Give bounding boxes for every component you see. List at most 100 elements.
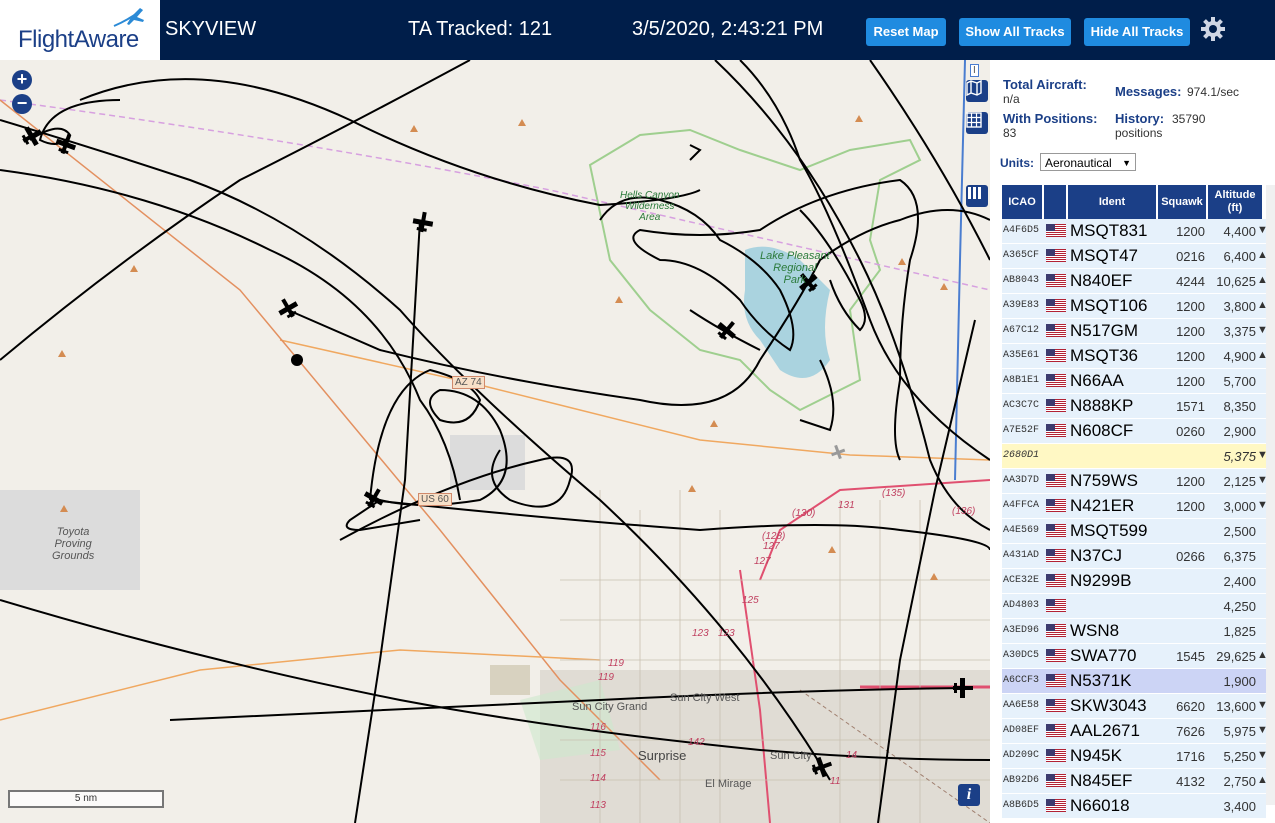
us-flag-icon: [1046, 674, 1066, 687]
us-flag-icon: [1046, 549, 1066, 562]
surprise-label: Surprise: [638, 748, 687, 763]
aircraft-icon[interactable]: [274, 294, 301, 321]
table-row[interactable]: AA6E58 SKW3043 6620 13,600 ▼: [1002, 694, 1268, 719]
us-flag-icon: [1046, 374, 1066, 387]
sun-city-west-label: Sun City West: [670, 692, 740, 704]
altitude-cell: 1,825: [1223, 624, 1256, 639]
gear-icon[interactable]: [1200, 16, 1226, 42]
road-number: 123: [718, 628, 735, 639]
map-canvas[interactable]: Toyota Proving Grounds Lake Pleasant Region…: [0, 60, 990, 823]
icao-cell: A431AD: [1003, 550, 1040, 561]
top-bar: FlightAware SKYVIEW TA Tracked: 121 3/5/…: [0, 0, 1275, 60]
road-number: 115: [590, 748, 606, 759]
squawk-cell: 0266: [1176, 549, 1205, 564]
table-row[interactable]: AD4803 4,250: [1002, 594, 1266, 619]
table-row[interactable]: ACE32E N9299B 2,400: [1002, 569, 1266, 594]
us-flag-icon: [1046, 649, 1066, 662]
table-header: ICAO Ident Squawk Altitude (ft): [1002, 185, 1268, 219]
interstate-17: [954, 60, 966, 481]
zoom-in-button[interactable]: +: [12, 70, 32, 90]
altitude-cell: 5,250: [1223, 749, 1256, 764]
table-row[interactable]: A8B1E1 N66AA 1200 5,700: [1002, 369, 1266, 394]
road-number: (130): [792, 508, 816, 519]
header-ident[interactable]: Ident: [1068, 185, 1156, 219]
airport-marker[interactable]: [291, 354, 303, 366]
flightaware-logo[interactable]: FlightAware: [0, 0, 160, 60]
table-row[interactable]: 2680D1 5,375 ▼: [1002, 444, 1268, 469]
aircraft-icon[interactable]: [411, 210, 434, 233]
table-row[interactable]: A4E569 MSQT599 2,500: [1002, 519, 1266, 544]
header-squawk[interactable]: Squawk: [1158, 185, 1206, 219]
sidebar-toggle-button[interactable]: [966, 185, 988, 207]
lake-pleasant-label: Lake Pleasant Regional Park: [760, 250, 830, 286]
map-layers-button[interactable]: [966, 80, 988, 102]
squawk-cell: 0216: [1176, 249, 1205, 264]
road-number: 142: [688, 737, 705, 748]
road-number: 14: [846, 750, 858, 761]
altitude-cell: 2,900: [1223, 424, 1256, 439]
road-number: 116: [590, 722, 606, 733]
header-icao[interactable]: ICAO: [1002, 185, 1042, 219]
table-row[interactable]: AA3D7D N759WS 1200 2,125 ▼: [1002, 469, 1268, 494]
table-row[interactable]: A30DC5 SWA770 1545 29,625 ▲: [1002, 644, 1268, 669]
icao-cell: A3ED96: [1003, 625, 1040, 636]
table-row[interactable]: A365CF MSQT47 0216 6,400 ▲: [1002, 244, 1268, 269]
table-row[interactable]: A3ED96 WSN8 1,825: [1002, 619, 1266, 644]
ident-cell: N945K: [1070, 746, 1122, 765]
ident-cell: N888KP: [1070, 396, 1134, 415]
icao-cell: A7E52F: [1003, 425, 1040, 436]
altitude-cell: 3,800: [1223, 299, 1256, 314]
table-row[interactable]: A431AD N37CJ 0266 6,375: [1002, 544, 1266, 569]
show-all-tracks-button[interactable]: Show All Tracks: [959, 18, 1071, 46]
table-scrollbar[interactable]: [1266, 185, 1275, 805]
header-altitude[interactable]: Altitude (ft): [1208, 185, 1262, 219]
table-row[interactable]: A4FFCA N421ER 1200 3,000 ▼: [1002, 494, 1268, 519]
table-row[interactable]: AB8043 N840EF 4244 10,625 ▲: [1002, 269, 1268, 294]
table-row[interactable]: A8B6D5 N66018 3,400: [1002, 794, 1266, 819]
info-button[interactable]: i: [958, 784, 980, 806]
hide-all-tracks-button[interactable]: Hide All Tracks: [1084, 18, 1190, 46]
table-row[interactable]: A7E52F N608CF 0260 2,900: [1002, 419, 1266, 444]
hells-canyon-label: Hells Canyon Wilderness Area: [620, 190, 680, 223]
table-row[interactable]: AC3C7C N888KP 1571 8,350: [1002, 394, 1266, 419]
el-mirage-label: El Mirage: [705, 778, 752, 790]
ident-cell: N421ER: [1070, 496, 1135, 515]
header-altitude-unit: (ft): [1227, 202, 1243, 214]
us-flag-icon: [1046, 774, 1066, 787]
altitude-cell: 4,900: [1223, 349, 1256, 364]
us60-shield: US 60: [418, 493, 452, 506]
grid-toggle-button[interactable]: [966, 112, 988, 134]
table-row[interactable]: A6CCF3 N5371K 1,900: [1002, 669, 1266, 694]
altitude-cell: 5,375: [1223, 449, 1256, 464]
us-flag-icon: [1046, 274, 1066, 287]
ident-cell: MSQT47: [1070, 246, 1139, 265]
squawk-cell: 4132: [1176, 774, 1205, 789]
icao-cell: A39E83: [1003, 300, 1040, 311]
aircraft-icon[interactable]: [713, 316, 741, 344]
table-row[interactable]: A67C12 N517GM 1200 3,375 ▼: [1002, 319, 1268, 344]
table-row[interactable]: AD209C N945K 1716 5,250 ▼: [1002, 744, 1268, 769]
table-row[interactable]: A4F6D5 MSQT831 1200 4,400 ▼: [1002, 219, 1268, 244]
zoom-out-button[interactable]: −: [12, 94, 32, 114]
road-number: (136): [952, 506, 976, 517]
loop-303: [759, 479, 990, 581]
header-flag[interactable]: [1044, 185, 1066, 219]
altitude-cell: 2,400: [1223, 574, 1256, 589]
table-row[interactable]: AD08EF AAL2671 7626 5,975 ▼: [1002, 719, 1268, 744]
ident-cell: WSN8: [1070, 621, 1120, 640]
reset-map-button[interactable]: Reset Map: [866, 18, 946, 46]
road-number: 113: [590, 800, 606, 811]
toyota-proving-grounds-label: Toyota Proving Grounds: [52, 526, 95, 562]
table-row[interactable]: AB92D6 N845EF 4132 2,750 ▲: [1002, 769, 1268, 794]
altitude-cell: 1,900: [1223, 674, 1256, 689]
us-flag-icon: [1046, 399, 1066, 412]
icao-cell: A4E569: [1003, 525, 1040, 536]
road-number: 125: [742, 595, 759, 606]
aircraft-icon[interactable]: [360, 484, 387, 511]
sidebar: Total Aircraft: n/a With Positions: 83 M…: [990, 60, 1275, 823]
with-positions-value: 83: [1003, 126, 1017, 140]
units-select[interactable]: Aeronautical ▼: [1040, 153, 1136, 171]
table-row[interactable]: A39E83 MSQT106 1200 3,800 ▲: [1002, 294, 1268, 319]
aircraft-icon[interactable]: [829, 443, 847, 461]
table-row[interactable]: A35E61 MSQT36 1200 4,900 ▲: [1002, 344, 1268, 369]
